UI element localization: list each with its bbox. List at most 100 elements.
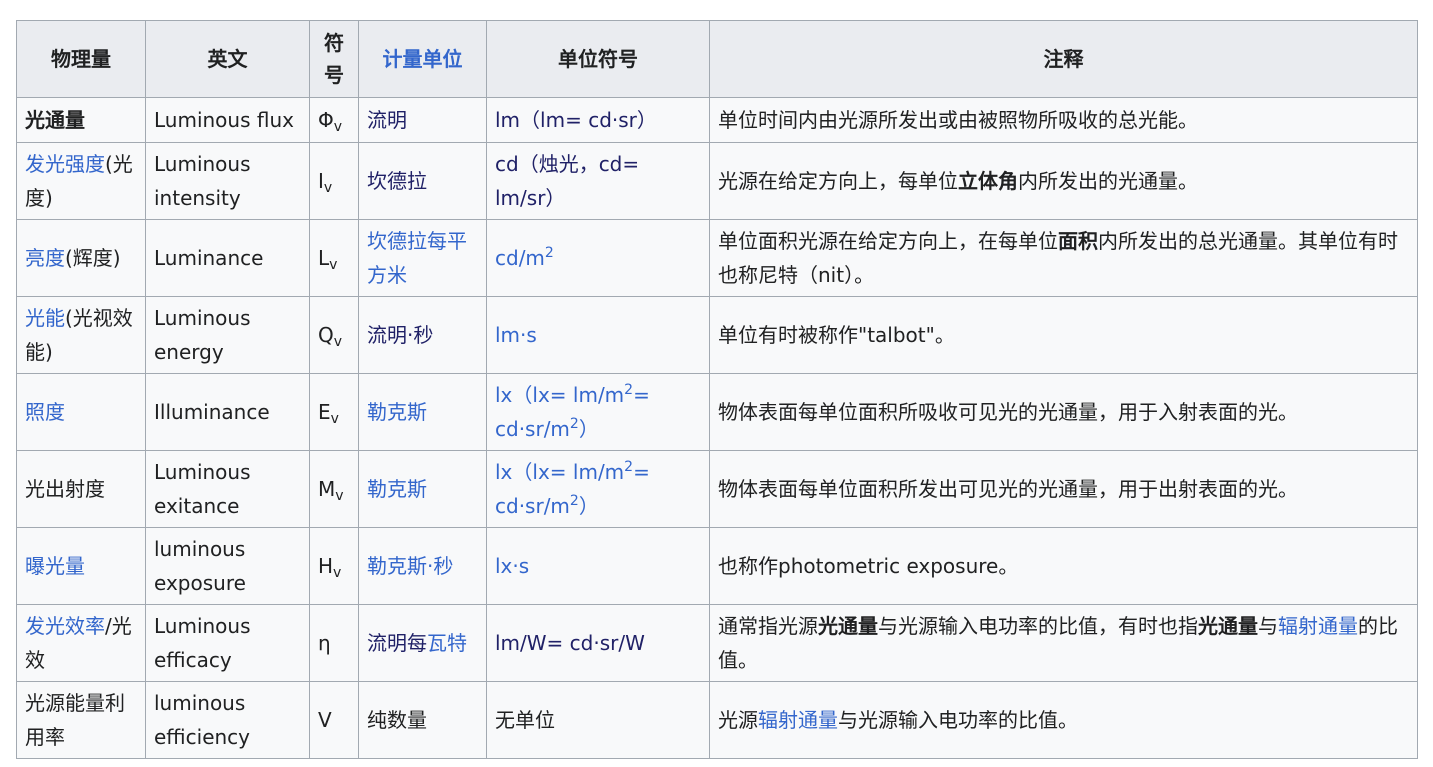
- unit-link[interactable]: 勒克斯: [367, 400, 427, 424]
- quantity-link: 光源能量利用率: [25, 691, 125, 749]
- cell-unit: 勒克斯: [358, 450, 487, 528]
- table-row: 光能(光视效能) Luminous energy Qv 流明·秒 lm·s 单位有时被称作…: [16, 296, 1418, 374]
- unit-symbol-text: lx（lx= lm/m: [495, 383, 625, 407]
- cell-notes: 通常指光源光通量与光源输入电功率的比值，有时也指光通量与辐射通量的比值。: [709, 604, 1418, 682]
- unit-symbol-sup-2: 2: [569, 416, 579, 432]
- unit-symbol-text: lx（lx= lm/m: [495, 460, 625, 484]
- symbol-subscript: v: [333, 119, 343, 135]
- unit-link[interactable]: 勒克斯: [367, 477, 427, 501]
- unit-symbol-text: cd/m: [495, 246, 545, 270]
- unit-symbol-text: lm/W= cd·sr/W: [495, 631, 645, 655]
- cell-symbol: Φv: [309, 97, 359, 143]
- cell-symbol: Lv: [309, 219, 359, 297]
- cell-english: Illuminance: [145, 373, 310, 451]
- cell-unit: 流明: [358, 97, 487, 143]
- header-row: 物理量 英文 符号 计量单位 单位符号 注释: [16, 20, 1418, 98]
- cell-unit-symbol: lm·s: [486, 296, 710, 374]
- unit-symbol-sup: 2: [624, 459, 634, 475]
- symbol-main: E: [318, 400, 331, 424]
- note-term-2: 光通量: [1198, 614, 1258, 638]
- cell-symbol: Ev: [309, 373, 359, 451]
- cell-quantity: 光能(光视效能): [16, 296, 146, 374]
- cell-notes: 也称作photometric exposure。: [709, 527, 1418, 605]
- unit-symbol-sup: 2: [544, 245, 554, 261]
- cell-symbol: V: [309, 681, 359, 759]
- unit-link: 纯数量: [367, 708, 427, 732]
- header-notes[interactable]: 注释: [709, 20, 1418, 98]
- table-row: 发光效率/光效 Luminous efficacy η 流明每瓦特 lm/W= cd·s…: [16, 604, 1418, 682]
- cell-unit-symbol: lm/W= cd·sr/W: [486, 604, 710, 682]
- quantity-link: 光出射度: [25, 477, 105, 501]
- cell-unit: 流明每瓦特: [358, 604, 487, 682]
- note-text-2: 与光源输入电功率的比值，有时也指: [878, 614, 1198, 638]
- cell-unit-symbol: cd/m2: [486, 219, 710, 297]
- cell-unit-symbol: cd（烛光，cd= lm/sr）: [486, 142, 710, 220]
- note-text-2: 与光源输入电功率的比值。: [838, 708, 1078, 732]
- cell-unit: 流明·秒: [358, 296, 487, 374]
- cell-quantity: 照度: [16, 373, 146, 451]
- cell-notes: 物体表面每单位面积所发出可见光的光通量，用于出射表面的光。: [709, 450, 1418, 528]
- cell-english: luminous exposure: [145, 527, 310, 605]
- cell-quantity: 光出射度: [16, 450, 146, 528]
- header-symbol[interactable]: 符号: [309, 20, 359, 98]
- cell-unit: 勒克斯·秒: [358, 527, 487, 605]
- quantity-link[interactable]: 发光效率: [25, 614, 105, 638]
- cell-notes: 单位有时被称作"talbot"。: [709, 296, 1418, 374]
- unit-link[interactable]: 勒克斯·秒: [367, 554, 453, 578]
- cell-notes: 光源辐射通量与光源输入电功率的比值。: [709, 681, 1418, 759]
- quantity-link[interactable]: 光能: [25, 306, 65, 330]
- cell-english: Luminous energy: [145, 296, 310, 374]
- unit-symbol-text: 无单位: [495, 708, 555, 732]
- note-text: 单位面积光源在给定方向上，在每单位: [718, 229, 1058, 253]
- cell-quantity: 曝光量: [16, 527, 146, 605]
- cell-notes: 光源在给定方向上，每单位立体角内所发出的光通量。: [709, 142, 1418, 220]
- symbol-subscript: v: [333, 565, 342, 581]
- unit-link[interactable]: 流明·秒: [367, 323, 433, 347]
- quantity-link[interactable]: 亮度: [25, 246, 65, 270]
- unit-symbol-text: cd（烛光，cd= lm/sr）: [495, 152, 640, 210]
- header-unit[interactable]: 计量单位: [358, 20, 487, 98]
- symbol-subscript: v: [335, 488, 344, 504]
- unit-link[interactable]: 流明: [367, 108, 407, 132]
- unit-link[interactable]: 坎德拉: [367, 169, 427, 193]
- cell-unit-symbol: lx·s: [486, 527, 710, 605]
- table-row: 光通量 Luminous flux Φv 流明 lm（lm= cd·sr） 单位时间内由光…: [16, 97, 1418, 143]
- photometry-table: 物理量 英文 符号 计量单位 单位符号 注释 光通量 Luminous flux Φ…: [16, 20, 1418, 759]
- header-quantity[interactable]: 物理量: [16, 20, 146, 98]
- quantity-link[interactable]: 发光强度: [25, 152, 105, 176]
- unit-link-2[interactable]: 瓦特: [427, 631, 467, 655]
- cell-english: Luminous exitance: [145, 450, 310, 528]
- symbol-main: V: [318, 708, 332, 732]
- table-row: 亮度(辉度) Luminance Lv 坎德拉每平方米 cd/m2 单位面积光源在给定方向…: [16, 219, 1418, 297]
- symbol-main: M: [318, 477, 336, 501]
- unit-link[interactable]: 坎德拉每平方米: [367, 229, 467, 287]
- cell-quantity: 发光效率/光效: [16, 604, 146, 682]
- unit-symbol-text: lm·s: [495, 323, 537, 347]
- unit-symbol-text: lx·s: [495, 554, 530, 578]
- cell-unit-symbol: lx（lx= lm/m2= cd·sr/m2）: [486, 373, 710, 451]
- cell-quantity: 光源能量利用率: [16, 681, 146, 759]
- note-link[interactable]: 辐射通量: [1278, 614, 1358, 638]
- unit-symbol-sup: 2: [624, 382, 634, 398]
- note-term: 面积: [1058, 229, 1098, 253]
- header-unit-symbol[interactable]: 单位符号: [486, 20, 710, 98]
- header-english[interactable]: 英文: [145, 20, 310, 98]
- cell-unit: 勒克斯: [358, 373, 487, 451]
- quantity-name: 光通量: [25, 108, 85, 132]
- symbol-subscript: v: [323, 180, 333, 196]
- cell-symbol: Mv: [309, 450, 359, 528]
- symbol-subscript: v: [333, 334, 343, 350]
- cell-english: Luminous intensity: [145, 142, 310, 220]
- symbol-main: L: [318, 246, 330, 270]
- cell-english: Luminous flux: [145, 97, 310, 143]
- cell-unit: 坎德拉每平方米: [358, 219, 487, 297]
- note-term: 光通量: [818, 614, 878, 638]
- quantity-link[interactable]: 曝光量: [25, 554, 85, 578]
- note-term[interactable]: 辐射通量: [758, 708, 838, 732]
- cell-notes: 物体表面每单位面积所吸收可见光的光通量，用于入射表面的光。: [709, 373, 1418, 451]
- note-text: 单位时间内由光源所发出或由被照物所吸收的总光能。: [718, 108, 1198, 132]
- unit-link[interactable]: 流明每: [367, 631, 427, 655]
- cell-symbol: Qv: [309, 296, 359, 374]
- cell-quantity: 亮度(辉度): [16, 219, 146, 297]
- quantity-link[interactable]: 照度: [25, 400, 65, 424]
